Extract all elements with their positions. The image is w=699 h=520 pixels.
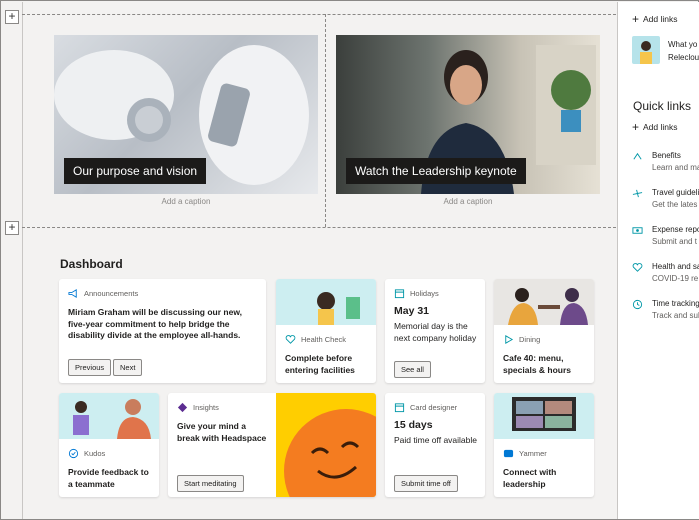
hero-title: Watch the Leadership keynote [346,158,526,184]
card-label: Yammer [519,449,547,458]
quick-links-title: Quick links [633,99,692,113]
add-links-label: Add links [643,14,678,24]
dashboard-title: Dashboard [60,257,123,271]
section-border-bottom [22,227,616,228]
add-links-top-button[interactable]: + Add links [632,12,678,26]
yammer-icon [503,448,514,459]
holidays-card[interactable]: Holidays May 31 Memorial day is the next… [385,279,485,383]
insights-icon [177,402,188,413]
benefits-icon [632,151,643,162]
yammer-text: Connect with leadership [503,467,557,489]
card-label: Health Check [301,335,347,344]
quick-link-title: Travel guideli [652,188,699,197]
section-rail [22,2,23,519]
health-illustration [276,279,376,325]
quick-link-title: Health and sa [652,262,699,271]
hero-image-keynote[interactable]: Watch the Leadership keynote [336,35,600,194]
hero-caption[interactable]: Add a caption [54,197,318,206]
quick-link-title: Time tracking [652,299,699,308]
next-button[interactable]: Next [113,359,143,376]
headspace-image [276,393,376,497]
app-frame: + + Our purpose and vision Add a caption [0,0,699,520]
quick-link-subtitle: COVID-19 re [652,274,699,283]
add-links-label: Add links [643,122,678,132]
start-meditating-button[interactable]: Start meditating [177,475,244,492]
quick-link-subtitle: Track and sub [652,311,699,320]
card-header: Yammer [503,448,547,459]
card-label: Kudos [84,449,106,458]
health-check-card[interactable]: Health Check Complete before entering fa… [276,279,376,383]
yammer-illustration [494,393,594,439]
hero-caption[interactable]: Add a caption [336,197,600,206]
megaphone-icon [68,288,79,299]
quick-link-subtitle: Get the lates [652,200,698,209]
card-label: Holidays [410,289,439,298]
card-label: Insights [193,403,219,412]
plus-icon: + [632,120,640,134]
money-icon [632,225,643,236]
kudos-text: Provide feedback to a teammate [68,467,149,489]
card-label: Card designer [410,403,458,412]
announcements-card[interactable]: Announcements Miriam Graham will be disc… [59,279,266,383]
pto-days: 15 days [394,419,433,431]
announcement-text: Miriam Graham will be discussing our new… [68,307,242,340]
card-label: Dining [519,335,541,344]
card-header: Insights [177,402,219,413]
quick-link-subtitle: Learn and ma [652,163,699,172]
card-header: Holidays [394,288,439,299]
quick-link-subtitle: Submit and t [652,237,697,246]
card-header: Dining [503,334,540,345]
quick-link-title: Expense repo [652,225,699,234]
heart-icon [285,334,296,345]
right-pane: +Add links What yo Relecloud Quick links… [617,2,699,519]
hero-image-purpose[interactable]: Our purpose and vision [54,35,318,194]
pto-text: Paid time off available [394,435,478,445]
card-header: Health Check [285,334,346,345]
calendar-icon [394,402,405,413]
news-thumbnail[interactable] [632,36,660,64]
add-links-button[interactable]: + Add links [632,120,678,134]
kudos-card[interactable]: Kudos Provide feedback to a teammate [59,393,159,497]
card-header: Card designer [394,402,457,413]
dining-text: Cafe 40: menu, specials & hours [503,353,572,375]
hero-title: Our purpose and vision [64,158,207,184]
news-source: Relecloud [668,53,699,62]
kudos-icon [68,448,79,459]
dining-illustration [494,279,594,325]
kudos-illustration [59,393,159,439]
column-divider [325,14,326,227]
health-check-text: Complete before entering facilities [285,353,355,375]
plus-icon: + [632,12,640,26]
dining-card[interactable]: Dining Cafe 40: menu, specials & hours [494,279,594,383]
card-label: Announcements [84,289,139,298]
calendar-icon [394,288,405,299]
yammer-card[interactable]: Yammer Connect with leadership [494,393,594,497]
quick-link-title: Benefits [652,151,681,160]
holiday-date: May 31 [394,305,430,317]
add-section-top-button[interactable]: + [5,10,19,24]
insights-text: Give your mind a break with Headspace [177,421,267,443]
add-section-middle-button[interactable]: + [5,221,19,235]
card-header: Announcements [68,288,138,299]
heart-icon [632,262,643,273]
holiday-text: Memorial day is the next company holiday [394,321,477,343]
card-header: Kudos [68,448,105,459]
see-all-button[interactable]: See all [394,361,431,378]
clock-icon [632,299,643,310]
insights-card[interactable]: Insights Give your mind a break with Hea… [168,393,376,497]
submit-time-off-button[interactable]: Submit time off [394,475,458,492]
section-border-top [22,14,616,15]
news-title[interactable]: What yo [668,40,697,49]
page-canvas: + + Our purpose and vision Add a caption [2,2,616,519]
dining-icon [503,334,514,345]
previous-button[interactable]: Previous [68,359,112,376]
airplane-icon [632,188,643,199]
card-designer-card[interactable]: Card designer 15 days Paid time off avai… [385,393,485,497]
